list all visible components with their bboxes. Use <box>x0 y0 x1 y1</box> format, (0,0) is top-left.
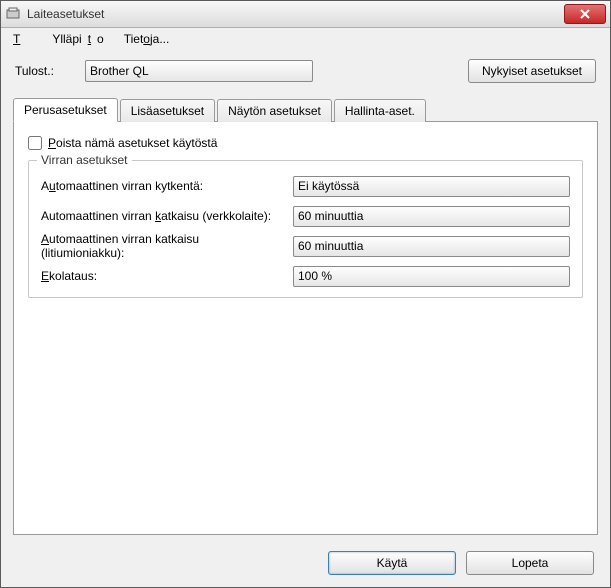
app-icon <box>5 6 21 22</box>
auto-off-li-label: Automaattinen virran katkaisu (litiumion… <box>41 232 285 260</box>
exit-button[interactable]: Lopeta <box>466 551 594 575</box>
close-button[interactable] <box>564 4 606 24</box>
disable-label: Poista nämä asetukset käytöstä <box>48 136 217 150</box>
auto-on-select[interactable]: Ei käytössä <box>293 176 570 197</box>
power-group: Virran asetukset Automaattinen virran ky… <box>28 160 583 298</box>
menu-maintenance[interactable]: Ylläpito <box>40 30 115 48</box>
auto-off-li-select[interactable]: 60 minuuttia <box>293 236 570 257</box>
apply-button[interactable]: Käytä <box>328 551 456 575</box>
disable-checkbox[interactable] <box>28 136 42 150</box>
auto-off-ac-label: Automaattinen virran katkaisu (verkkolai… <box>41 209 285 223</box>
eco-label: Ekolataus: <box>41 269 285 283</box>
disable-row: Poista nämä asetukset käytöstä <box>28 136 583 150</box>
tab-strip: Perusasetukset Lisäasetukset Näytön aset… <box>13 98 598 122</box>
printer-select[interactable]: Brother QL <box>85 60 313 82</box>
auto-off-ac-select[interactable]: 60 minuuttia <box>293 206 570 227</box>
tab-panel-basic: Poista nämä asetukset käytöstä Virran as… <box>13 121 598 535</box>
row-auto-off-li: Automaattinen virran katkaisu (litiumion… <box>41 231 570 261</box>
row-auto-off-ac: Automaattinen virran katkaisu (verkkolai… <box>41 201 570 231</box>
printer-row: Tulost.: Brother QL Nykyiset asetukset <box>1 49 610 89</box>
tab-basic[interactable]: Perusasetukset <box>13 98 118 122</box>
menu-about[interactable]: Tietoja... <box>118 30 176 48</box>
menu-file[interactable]: T <box>7 30 38 48</box>
current-settings-button[interactable]: Nykyiset asetukset <box>468 59 596 83</box>
window-title: Laiteasetukset <box>27 7 564 21</box>
auto-on-label: Automaattinen virran kytkentä: <box>41 179 285 193</box>
printer-label: Tulost.: <box>15 64 75 78</box>
window: Laiteasetukset T Ylläpito Tietoja... Tul… <box>0 0 611 588</box>
row-auto-on: Automaattinen virran kytkentä: Ei käytös… <box>41 171 570 201</box>
footer: Käytä Lopeta <box>1 543 610 587</box>
tab-manage[interactable]: Hallinta-aset. <box>334 99 426 122</box>
tab-display[interactable]: Näytön asetukset <box>217 99 332 122</box>
menubar: T Ylläpito Tietoja... <box>1 28 610 49</box>
row-eco: Ekolataus: 100 % <box>41 261 570 291</box>
eco-select[interactable]: 100 % <box>293 266 570 287</box>
power-group-legend: Virran asetukset <box>37 153 132 167</box>
titlebar: Laiteasetukset <box>1 1 610 28</box>
tab-advanced[interactable]: Lisäasetukset <box>120 99 215 122</box>
